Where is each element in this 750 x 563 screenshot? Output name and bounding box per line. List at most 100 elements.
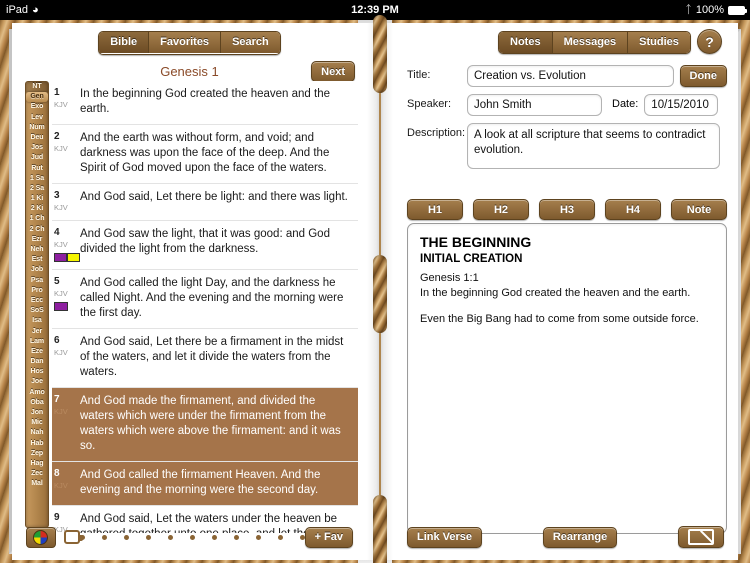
verse-row[interactable]: 8 KJV And God called the firmament Heaven.… bbox=[52, 462, 358, 506]
verse-number: 2 bbox=[54, 131, 60, 142]
page-dot[interactable] bbox=[299, 534, 305, 540]
book-item-zec[interactable]: Zec bbox=[26, 469, 48, 479]
book-item-1-ch[interactable]: 1 Ch bbox=[26, 214, 48, 224]
page-dot[interactable] bbox=[211, 534, 217, 540]
tab-favorites[interactable]: Favorites bbox=[149, 32, 222, 53]
description-input[interactable]: A look at all scripture that seems to co… bbox=[467, 123, 720, 169]
book-item-pro[interactable]: Pro bbox=[26, 286, 48, 296]
book-item-mic[interactable]: Mic bbox=[26, 418, 48, 428]
heading-button-row: H1 H2 H3 H4 Note bbox=[407, 199, 727, 220]
description-label: Description: bbox=[407, 127, 466, 139]
page-dot[interactable] bbox=[233, 534, 239, 540]
verse-row[interactable]: 5 KJV And God called the light Day, and th… bbox=[52, 270, 358, 329]
heading-button-h4[interactable]: H4 bbox=[605, 199, 661, 220]
eraser-icon[interactable] bbox=[63, 530, 83, 544]
highlight-swatch[interactable] bbox=[67, 253, 80, 262]
book-item-amo[interactable]: Amo bbox=[26, 388, 48, 398]
book-item-zep[interactable]: Zep bbox=[26, 449, 48, 459]
tab-studies[interactable]: Studies bbox=[628, 32, 690, 53]
book-item-dan[interactable]: Dan bbox=[26, 357, 48, 367]
heading-button-h1[interactable]: H1 bbox=[407, 199, 463, 220]
book-item-jos[interactable]: Jos bbox=[26, 143, 48, 153]
next-chapter-button[interactable]: Next bbox=[311, 61, 355, 82]
highlight-swatch[interactable] bbox=[54, 253, 67, 262]
link-verse-button[interactable]: Link Verse bbox=[407, 526, 483, 548]
book-item-hag[interactable]: Hag bbox=[26, 459, 48, 469]
book-item-neh[interactable]: Neh bbox=[26, 245, 48, 255]
book-item-est[interactable]: Est bbox=[26, 255, 48, 265]
help-icon[interactable]: ? bbox=[697, 29, 722, 54]
heading-button-h3[interactable]: H3 bbox=[539, 199, 595, 220]
book-item-jon[interactable]: Jon bbox=[26, 408, 48, 418]
book-item-1-ki[interactable]: 1 Ki bbox=[26, 194, 48, 204]
book-list-header[interactable]: NT bbox=[26, 82, 48, 93]
book-item-jer[interactable]: Jer bbox=[26, 327, 48, 337]
book-item-lev[interactable]: Lev bbox=[26, 113, 48, 123]
book-item-1-sa[interactable]: 1 Sa bbox=[26, 174, 48, 184]
book-item-rut[interactable]: Rut bbox=[26, 164, 48, 174]
book-item-exo[interactable]: Exo bbox=[26, 102, 48, 112]
book-item-hos[interactable]: Hos bbox=[26, 367, 48, 377]
title-input[interactable]: Creation vs. Evolution bbox=[467, 65, 674, 87]
book-item-2-sa[interactable]: 2 Sa bbox=[26, 184, 48, 194]
add-favorite-button[interactable]: + Fav bbox=[304, 526, 353, 548]
binding-knot-top bbox=[373, 15, 387, 93]
book-item-job[interactable]: Job bbox=[26, 265, 48, 275]
verse-row[interactable]: 3 KJV And God said, Let there be light: an… bbox=[52, 184, 358, 221]
tab-search[interactable]: Search bbox=[221, 32, 280, 53]
envelope-icon[interactable] bbox=[678, 526, 724, 548]
book-item-mal[interactable]: Mal bbox=[26, 479, 48, 489]
rearrange-button[interactable]: Rearrange bbox=[542, 526, 618, 548]
book-item-eze[interactable]: Eze bbox=[26, 347, 48, 357]
book-item-sos[interactable]: SoS bbox=[26, 306, 48, 316]
highlight-swatch[interactable] bbox=[54, 302, 68, 311]
book-item-oba[interactable]: Oba bbox=[26, 398, 48, 408]
verse-row[interactable]: 6 KJV And God said, Let there be a firmame… bbox=[52, 329, 358, 388]
book-item-isa[interactable]: Isa bbox=[26, 316, 48, 326]
page-dot[interactable] bbox=[255, 534, 261, 540]
book-item-psa[interactable]: Psa bbox=[26, 276, 48, 286]
speaker-input[interactable]: John Smith bbox=[467, 94, 602, 116]
book-item-joe[interactable]: Joe bbox=[26, 377, 48, 387]
note-editor[interactable]: THE BEGINNING INITIAL CREATION Genesis 1… bbox=[407, 223, 727, 534]
bible-tab-group[interactable]: Bible Favorites Search bbox=[98, 31, 281, 55]
page-dot[interactable] bbox=[277, 534, 283, 540]
book-item-deu[interactable]: Deu bbox=[26, 133, 48, 143]
book-item-lam[interactable]: Lam bbox=[26, 337, 48, 347]
book-list[interactable]: NT Gen Exo Lev Num Deu Jos Jud Rut 1 Sa 2 Sa 1 Ki 2 … bbox=[25, 81, 49, 528]
verse-text: And God called the firmament Heaven. And… bbox=[80, 469, 321, 496]
book-item-2-ch[interactable]: 2 Ch bbox=[26, 225, 48, 235]
verse-list[interactable]: 1 KJV In the beginning God created the hea… bbox=[52, 81, 358, 533]
notes-tab-group[interactable]: Notes Messages Studies bbox=[498, 31, 691, 54]
page-dot[interactable] bbox=[101, 534, 107, 540]
color-wheel-icon[interactable] bbox=[26, 526, 56, 548]
tab-notes[interactable]: Notes bbox=[499, 32, 553, 53]
page-dot[interactable] bbox=[167, 534, 173, 540]
book-item-ecc[interactable]: Ecc bbox=[26, 296, 48, 306]
color-wheel-glyph bbox=[33, 529, 49, 545]
verse-translation: KJV bbox=[54, 144, 68, 153]
verse-number-column: 5 KJV bbox=[52, 276, 80, 321]
tab-bible[interactable]: Bible bbox=[99, 32, 150, 53]
verse-number: 1 bbox=[54, 87, 60, 98]
book-item-gen[interactable]: Gen bbox=[26, 92, 48, 103]
book-item-hab[interactable]: Hab bbox=[26, 439, 48, 449]
book-item-num[interactable]: Num bbox=[26, 123, 48, 133]
heading-button-h2[interactable]: H2 bbox=[473, 199, 529, 220]
verse-row[interactable]: 4 KJV And God saw the light, that it was g… bbox=[52, 221, 358, 270]
page-dot[interactable] bbox=[123, 534, 129, 540]
date-input[interactable]: 10/15/2010 bbox=[644, 94, 719, 116]
page-dots[interactable] bbox=[79, 534, 305, 540]
tab-messages[interactable]: Messages bbox=[552, 32, 629, 53]
book-item-ezr[interactable]: Ezr bbox=[26, 235, 48, 245]
verse-row[interactable]: 7 KJV And God made the firmament, and divi… bbox=[52, 388, 358, 462]
verse-row[interactable]: 1 KJV In the beginning God created the hea… bbox=[52, 81, 358, 125]
done-button[interactable]: Done bbox=[679, 65, 727, 87]
book-item-jud[interactable]: Jud bbox=[26, 153, 48, 163]
book-item-2-ki[interactable]: 2 Ki bbox=[26, 204, 48, 214]
page-dot[interactable] bbox=[145, 534, 151, 540]
book-item-nah[interactable]: Nah bbox=[26, 428, 48, 438]
verse-row[interactable]: 2 KJV And the earth was without form, and … bbox=[52, 125, 358, 184]
page-dot[interactable] bbox=[189, 534, 195, 540]
heading-button-note[interactable]: Note bbox=[671, 199, 727, 220]
